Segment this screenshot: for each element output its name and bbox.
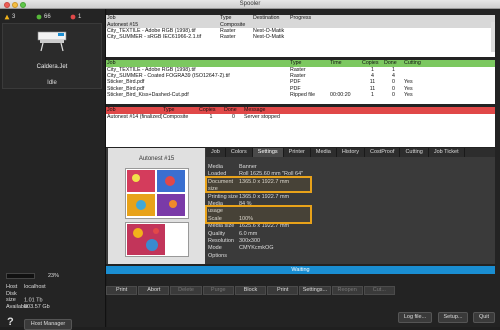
queue-table-header: Job Type Destination Progress	[106, 15, 495, 22]
printer-name: Caldera.Jet	[36, 64, 68, 70]
property-row: Quality 6.0 mm	[208, 230, 258, 237]
tab-history[interactable]: History	[337, 148, 365, 157]
print-button[interactable]: Print	[106, 286, 138, 295]
error-icon	[70, 14, 76, 19]
purge-button[interactable]: Purge	[202, 286, 234, 295]
tab-printer[interactable]: Printer	[284, 148, 311, 157]
print-now-button[interactable]: Print	[267, 286, 299, 295]
host-info: Host localhost Disk size 1.01 Tb Available…	[6, 284, 50, 310]
help-button[interactable]: ?	[7, 316, 14, 328]
jobs-icon	[36, 14, 42, 19]
size-highlight-box	[205, 176, 312, 193]
tab-costproof[interactable]: CostProof	[365, 148, 401, 157]
property-row: Media size 1625.6 x 1922.7 mm	[208, 223, 290, 230]
tab-cutting[interactable]: Cutting	[400, 148, 429, 157]
property-row: Media Banner	[208, 164, 257, 170]
log-file-button[interactable]: Log file...	[398, 312, 432, 323]
artwork-thumbnail-icon	[127, 170, 185, 216]
table-row[interactable]: City_SUMMER - sRGB IEC61966-2.1.tif Raste…	[106, 34, 495, 40]
host-row: Available803.57 Gb	[6, 303, 50, 310]
window-title: Spooler	[239, 1, 261, 7]
job-count-label: 66	[44, 13, 51, 20]
queue-table: Job Type Destination Progress Autonest #…	[106, 15, 495, 57]
warning-count[interactable]: 3	[4, 12, 15, 21]
job-preview: Autonest #15	[108, 148, 205, 264]
disk-usage-bar	[6, 273, 35, 279]
abort-button[interactable]: Abort	[138, 286, 170, 295]
nest-preview-image-2	[125, 222, 189, 257]
media-size-highlight-box	[205, 205, 312, 224]
error-table: Job Type Copies Done Message Autonest #1…	[106, 107, 495, 147]
host-manager-button[interactable]: Host Manager	[24, 319, 72, 330]
warning-count-label: 3	[12, 13, 16, 20]
tab-settings[interactable]: Settings	[252, 148, 284, 157]
queue-scrollbar[interactable]	[491, 22, 495, 52]
printer-icon	[37, 31, 67, 52]
tab-job-ticket[interactable]: Job Ticket	[429, 148, 465, 157]
table-row[interactable]: Autonest #14 (finalized) Composite 1 0 Serve…	[106, 114, 495, 120]
title-bar: Spooler	[0, 0, 500, 9]
property-row: Mode CMYKcmkOG	[208, 245, 274, 252]
tab-job[interactable]: Job	[206, 148, 226, 157]
error-table-header: Job Type Copies Done Message	[106, 107, 495, 114]
reopen-button[interactable]: Reopen	[331, 286, 363, 295]
quit-button[interactable]: Quit	[473, 312, 495, 323]
error-count[interactable]: 1	[70, 12, 81, 21]
tab-media[interactable]: Media	[311, 148, 337, 157]
job-detail-panel: Autonest #15 Job Colors Settings Printer…	[106, 148, 495, 264]
job-count[interactable]: 66	[36, 12, 51, 21]
block-button[interactable]: Block	[234, 286, 267, 295]
delete-button[interactable]: Delete	[170, 286, 202, 295]
job-status-bar: Waiting	[106, 266, 495, 274]
error-count-label: 1	[78, 13, 82, 20]
detail-tabs: Job Colors Settings Printer Media Histor…	[206, 148, 495, 157]
property-row: Printing size 1365.0 x 1922.7 mm	[208, 193, 290, 200]
setup-button[interactable]: Setup...	[438, 312, 468, 323]
property-row: Resolution 300x300	[208, 238, 261, 245]
tab-colors[interactable]: Colors	[226, 148, 253, 157]
settings-button[interactable]: Settings...	[299, 286, 331, 295]
printer-card[interactable]: Caldera.Jet Idle	[2, 23, 102, 89]
warning-icon	[4, 14, 10, 19]
job-action-bar: Print Abort Delete Purge Block Print Set…	[106, 286, 395, 295]
property-row: Options	[208, 252, 227, 259]
nest-preview-image	[125, 168, 189, 219]
printer-state: Idle	[47, 80, 57, 86]
cut-button[interactable]: Cut...	[363, 286, 395, 295]
table-row[interactable]: Sticker_Bird_Kiss+Dashed-Cut.pdf Ripped f…	[106, 92, 495, 98]
disk-usage-percent: 23%	[48, 273, 60, 279]
printer-sidebar: 3 66 1 Caldera.Jet Idle 23% Host localhos…	[0, 9, 106, 330]
jobs-table-header: Job Type Time Copies Done Cutting	[106, 60, 495, 67]
jobs-table: Job Type Time Copies Done Cutting City_T…	[106, 60, 495, 104]
host-row: Disk size 1.01 Tb	[6, 290, 43, 304]
artwork-thumbnail-icon	[127, 224, 165, 255]
preview-title: Autonest #15	[138, 156, 175, 162]
